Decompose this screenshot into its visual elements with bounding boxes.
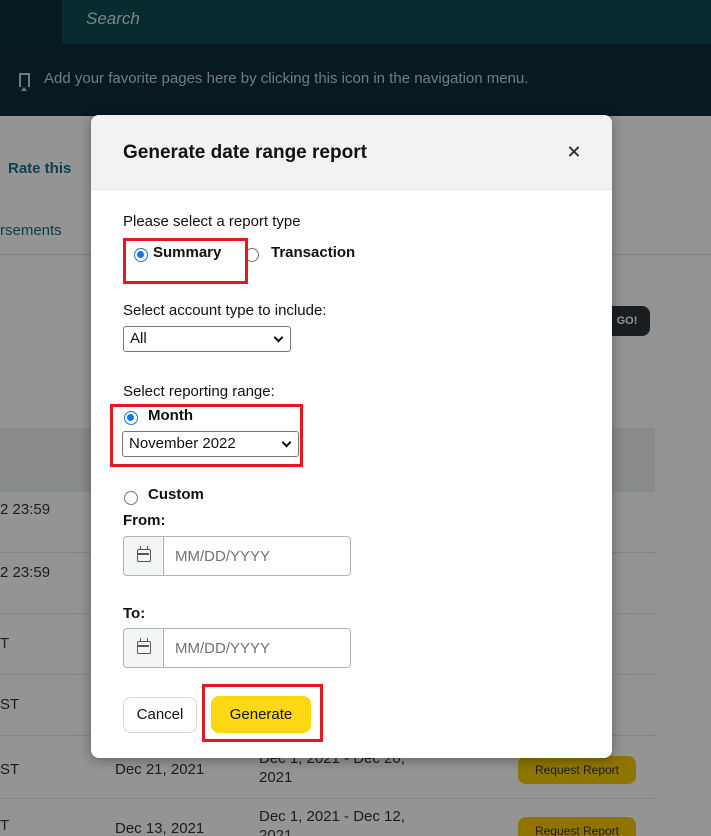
generate-highlight-box bbox=[202, 684, 323, 742]
account-type-select[interactable]: All bbox=[123, 326, 291, 352]
reporting-range-label: Select reporting range: bbox=[123, 383, 275, 400]
from-placeholder: MM/DD/YYYY bbox=[175, 548, 271, 565]
month-highlight-box bbox=[110, 404, 303, 467]
calendar-icon bbox=[137, 638, 151, 654]
transaction-label[interactable]: Transaction bbox=[271, 244, 355, 261]
to-placeholder: MM/DD/YYYY bbox=[175, 640, 271, 657]
from-label: From: bbox=[123, 512, 166, 529]
account-type-value: All bbox=[130, 330, 147, 347]
chevron-down-icon bbox=[273, 332, 284, 343]
custom-label[interactable]: Custom bbox=[148, 486, 204, 503]
calendar-button[interactable] bbox=[124, 629, 164, 667]
modal-header: Generate date range report bbox=[91, 115, 612, 190]
close-icon[interactable] bbox=[565, 143, 583, 161]
calendar-button[interactable] bbox=[124, 537, 164, 575]
custom-radio[interactable] bbox=[124, 491, 138, 505]
to-date-input[interactable]: MM/DD/YYYY bbox=[123, 628, 351, 668]
report-type-label: Please select a report type bbox=[123, 213, 301, 230]
modal-title: Generate date range report bbox=[123, 142, 367, 163]
account-type-label: Select account type to include: bbox=[123, 302, 327, 319]
from-date-input[interactable]: MM/DD/YYYY bbox=[123, 536, 351, 576]
summary-highlight-box bbox=[123, 238, 248, 284]
calendar-icon bbox=[137, 546, 151, 562]
to-label: To: bbox=[123, 605, 146, 622]
cancel-button[interactable]: Cancel bbox=[123, 697, 197, 733]
